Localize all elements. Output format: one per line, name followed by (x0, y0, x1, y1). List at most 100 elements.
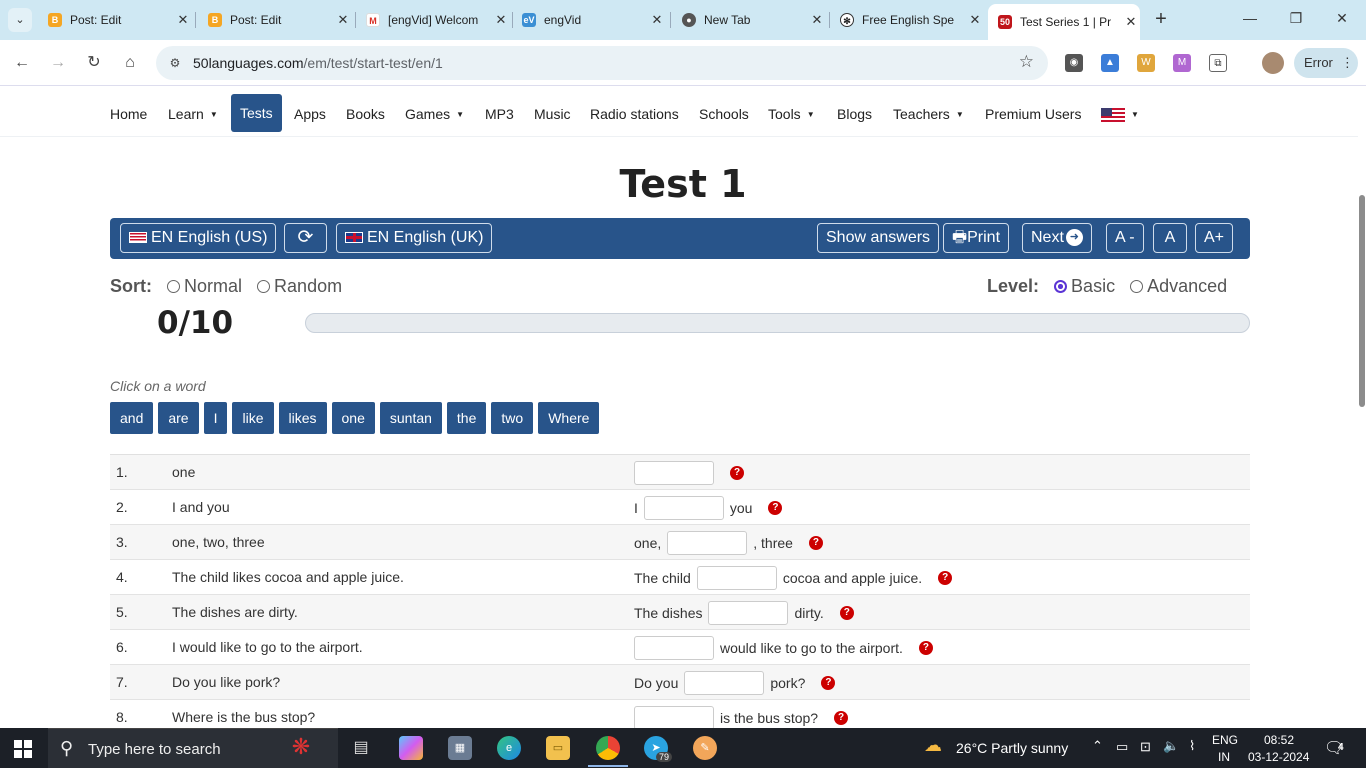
target-language-button[interactable]: EN English (UK) (336, 223, 493, 253)
word-chip[interactable]: likes (278, 402, 327, 434)
question-help-icon[interactable]: ? (730, 466, 744, 480)
font-larger-button[interactable]: A+ (1195, 223, 1234, 253)
url-text[interactable]: 50languages.com/em/test/start-test/en/1 (193, 55, 443, 71)
extension-icon[interactable]: W (1137, 54, 1155, 72)
clock-time[interactable]: 08:52 (1264, 733, 1294, 747)
browser-tab[interactable]: B Post: Edit ✕ (38, 6, 192, 34)
bookmark-star-icon[interactable]: ☆ (1019, 52, 1034, 72)
profile-avatar[interactable] (1262, 52, 1284, 74)
nav-teachers[interactable]: Teachers ▼ (893, 87, 964, 131)
sort-random-radio[interactable] (257, 279, 271, 293)
nav-tools[interactable]: Tools ▼ (768, 87, 815, 131)
nav-radio-stations[interactable]: Radio stations (590, 87, 679, 131)
answer-input[interactable] (634, 706, 714, 730)
show-hidden-icons-icon[interactable]: ⌃ (1092, 738, 1103, 754)
question-help-icon[interactable]: ? (768, 501, 783, 515)
tab-search-chevron-icon[interactable]: ⌄ (8, 8, 32, 32)
task-view-icon[interactable]: ▤ (349, 736, 373, 760)
close-tab-icon[interactable]: ✕ (1122, 14, 1140, 30)
extension-icon[interactable]: M (1173, 54, 1191, 72)
answer-input[interactable] (634, 636, 714, 660)
nav-books[interactable]: Books (346, 87, 385, 131)
close-tab-icon[interactable]: ✕ (808, 12, 826, 28)
sort-normal-radio[interactable] (167, 279, 181, 293)
network-icon[interactable]: ⌇ (1189, 738, 1195, 754)
new-tab-icon[interactable]: + (1150, 8, 1172, 30)
question-help-icon[interactable]: ? (918, 641, 933, 655)
word-chip[interactable]: two (491, 402, 534, 434)
language-selector[interactable]: ▼ (1101, 87, 1139, 131)
clock-date[interactable]: 03-12-2024 (1248, 750, 1309, 764)
source-language-button[interactable]: EN English (US) (120, 223, 277, 253)
level-basic-label[interactable]: Basic (1071, 276, 1115, 296)
show-answers-button[interactable]: Show answers (817, 223, 940, 253)
nav-music[interactable]: Music (534, 87, 571, 131)
word-chip[interactable]: like (232, 402, 274, 434)
input-language-bottom[interactable]: IN (1218, 750, 1230, 764)
volume-icon[interactable]: 🔈 (1163, 738, 1179, 754)
word-chip[interactable]: suntan (379, 402, 442, 434)
restore-icon[interactable]: ❐ (1286, 10, 1306, 27)
font-smaller-button[interactable]: A - (1106, 223, 1144, 253)
nav-home[interactable]: Home (110, 87, 147, 131)
close-tab-icon[interactable]: ✕ (966, 12, 984, 28)
close-window-icon[interactable]: ✕ (1332, 10, 1352, 27)
question-help-icon[interactable]: ? (821, 676, 836, 690)
browser-tab[interactable]: eV engVid ✕ (512, 6, 666, 34)
sort-random-label[interactable]: Random (274, 276, 342, 296)
word-chip[interactable]: Where (538, 402, 600, 434)
level-advanced-radio[interactable] (1130, 279, 1144, 293)
windows-start-icon[interactable] (14, 740, 32, 758)
answer-input[interactable] (634, 461, 714, 485)
nav-tests[interactable]: Tests (231, 94, 282, 132)
browser-tab-active[interactable]: 50 Test Series 1 | Pr ✕ (988, 4, 1140, 40)
browser-tab[interactable]: M [engVid] Welcom ✕ (356, 6, 510, 34)
site-info-icon[interactable]: ⚙ (164, 52, 186, 74)
answer-input[interactable] (708, 601, 789, 625)
nav-learn[interactable]: Learn ▼ (168, 87, 218, 131)
sort-normal-label[interactable]: Normal (184, 276, 242, 296)
battery-icon[interactable]: ▭ (1116, 739, 1128, 755)
browser-tab[interactable]: ✻ Free English Spe ✕ (830, 6, 984, 34)
level-basic-radio[interactable] (1054, 279, 1068, 293)
answer-input[interactable] (684, 671, 765, 695)
edge-icon[interactable]: e (497, 736, 521, 760)
minimize-icon[interactable]: — (1240, 10, 1260, 26)
copilot-icon[interactable] (399, 736, 423, 760)
page-scrollbar-thumb[interactable] (1359, 195, 1365, 407)
nav-apps[interactable]: Apps (294, 87, 326, 131)
level-advanced-label[interactable]: Advanced (1147, 276, 1227, 296)
weather-icon[interactable]: ☁ (924, 735, 942, 756)
next-button[interactable]: Next ➜ (1022, 223, 1092, 253)
taskbar-search-box[interactable]: ⚲ Type here to search ❋ (48, 728, 338, 768)
input-language-top[interactable]: ENG (1212, 733, 1238, 747)
font-normal-button[interactable]: A (1153, 223, 1187, 253)
nav-games[interactable]: Games ▼ (405, 87, 464, 131)
answer-input[interactable] (667, 531, 748, 555)
question-help-icon[interactable]: ? (938, 571, 953, 585)
nav-blogs[interactable]: Blogs (837, 87, 872, 131)
close-tab-icon[interactable]: ✕ (334, 12, 352, 28)
answer-input[interactable] (696, 566, 777, 590)
screenshot-extension-icon[interactable]: ◉ (1065, 54, 1083, 72)
paint-icon[interactable]: ✎ (693, 736, 717, 760)
calculator-icon[interactable]: ▦ (448, 736, 472, 760)
word-chip[interactable]: are (158, 402, 199, 434)
word-chip[interactable]: I (203, 402, 228, 434)
extension-icon[interactable]: ▲ (1101, 54, 1119, 72)
back-icon[interactable]: ← (11, 52, 33, 74)
page-scrollbar-track[interactable] (1358, 87, 1366, 727)
question-help-icon[interactable]: ? (839, 606, 854, 620)
nav-schools[interactable]: Schools (699, 87, 749, 131)
address-bar[interactable]: ⚙ 50languages.com/em/test/start-test/en/… (156, 46, 1048, 80)
file-explorer-icon[interactable]: ▭ (546, 736, 570, 760)
weather-text[interactable]: 26°C Partly sunny (956, 740, 1068, 756)
nav-mp3[interactable]: MP3 (485, 87, 514, 131)
close-tab-icon[interactable]: ✕ (648, 12, 666, 28)
error-button[interactable]: Error ⋮ (1294, 48, 1358, 78)
swap-languages-button[interactable]: ⟳ (284, 223, 327, 253)
nav-premium-users[interactable]: Premium Users (985, 87, 1081, 131)
word-chip[interactable]: one (331, 402, 375, 434)
forward-icon[interactable]: → (47, 52, 69, 74)
reload-icon[interactable]: ↻ (83, 52, 105, 74)
